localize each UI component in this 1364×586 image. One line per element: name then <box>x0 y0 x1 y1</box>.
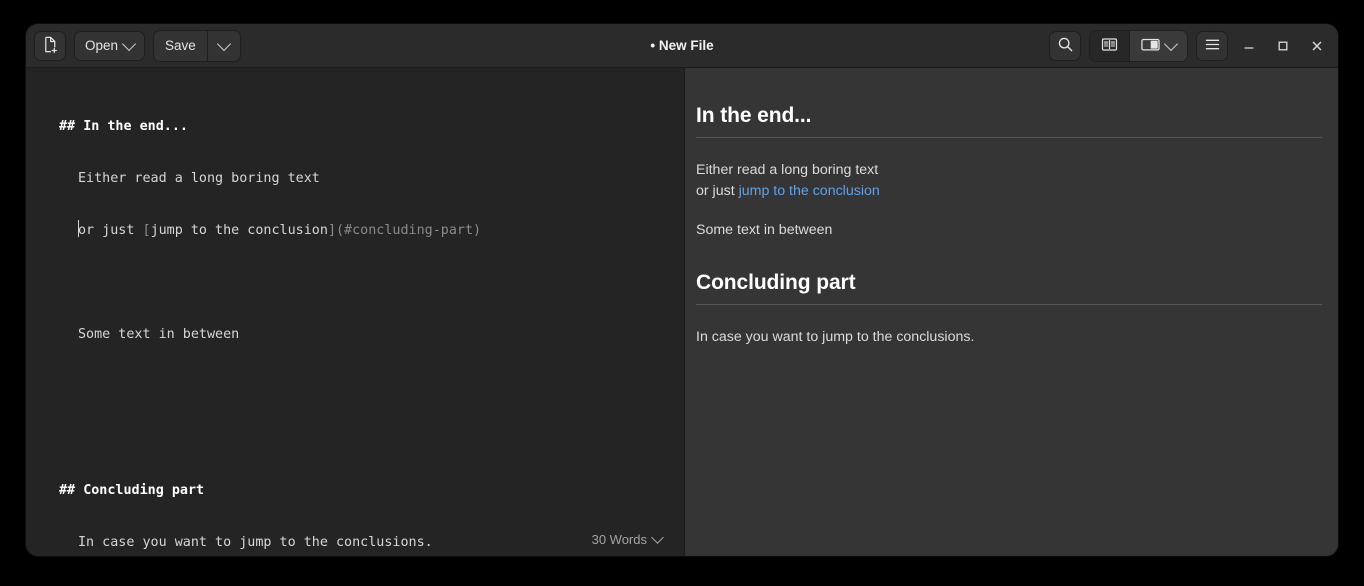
preview-paragraph-2: Some text in between <box>696 220 1322 241</box>
heading-text: Concluding part <box>83 483 204 498</box>
header-right-controls <box>1049 30 1330 62</box>
search-icon <box>1057 36 1074 56</box>
close-icon <box>1310 39 1324 53</box>
save-button[interactable]: Save <box>154 31 207 61</box>
preview-link[interactable]: jump to the conclusion <box>739 183 880 199</box>
minimize-icon <box>1242 39 1256 53</box>
link-text: jump to the conclusion <box>151 223 328 238</box>
preview-paragraph-1-prefix: or just <box>696 183 739 199</box>
header-left-controls: Open Save <box>34 30 241 62</box>
heading-rule <box>696 137 1322 138</box>
hamburger-menu-icon <box>1204 36 1221 56</box>
heading-marker: ## <box>59 483 83 498</box>
minimize-button[interactable] <box>1236 33 1262 59</box>
link-url: (#concluding-part) <box>336 223 481 238</box>
maximize-icon <box>1276 39 1290 53</box>
split-view-icon <box>1141 37 1160 55</box>
new-file-button[interactable] <box>34 31 66 61</box>
rendered-markdown: In the end... Either read a long boring … <box>685 68 1338 348</box>
markdown-source-text[interactable]: ## In the end... Either read a long bori… <box>59 88 674 556</box>
paragraph-text: Some text in between <box>78 327 239 342</box>
editor-line-blank <box>59 374 674 400</box>
content-panes: ## In the end... Either read a long bori… <box>26 68 1338 556</box>
word-count-button[interactable]: 30 Words <box>592 532 662 547</box>
editor-pane[interactable]: ## In the end... Either read a long bori… <box>26 68 685 556</box>
word-count-label: 30 Words <box>592 532 647 547</box>
heading-rule <box>696 304 1322 305</box>
app-window: Open Save • New File <box>26 24 1338 556</box>
editor-line: ## Concluding part <box>59 478 674 504</box>
open-button[interactable]: Open <box>74 31 145 61</box>
main-menu-button[interactable] <box>1196 31 1228 61</box>
paragraph-text: Either read a long boring text <box>78 171 320 186</box>
chevron-down-icon <box>122 36 136 50</box>
heading-text: In the end... <box>83 119 188 134</box>
new-document-icon <box>42 36 59 56</box>
bracket-open: [ <box>143 223 151 238</box>
editor-line: or just [jump to the conclusion](#conclu… <box>59 218 674 244</box>
preview-mode-button[interactable] <box>1090 31 1129 61</box>
save-dropdown-button[interactable] <box>207 31 240 61</box>
link-prefix: or just <box>78 223 143 238</box>
editor-line-blank <box>59 270 674 296</box>
open-button-label: Open <box>85 38 118 53</box>
preview-heading-2: Concluding part <box>696 271 1322 295</box>
editor-line: Either read a long boring text <box>59 166 674 192</box>
editor-line: Some text in between <box>59 322 674 348</box>
close-button[interactable] <box>1304 33 1330 59</box>
preview-paragraph-1-line-1: Either read a long boring text <box>696 162 878 178</box>
status-bar: 30 Words <box>592 522 684 556</box>
chevron-down-icon <box>651 531 664 544</box>
heading-marker: ## <box>59 119 83 134</box>
view-mode-group <box>1089 30 1188 62</box>
maximize-button[interactable] <box>1270 33 1296 59</box>
chevron-down-icon <box>217 36 231 50</box>
preview-paragraph-1: Either read a long boring text or just j… <box>696 160 1322 202</box>
preview-paragraph-3: In case you want to jump to the conclusi… <box>696 327 1322 348</box>
bracket-close: ] <box>328 223 336 238</box>
preview-heading-1: In the end... <box>696 104 1322 128</box>
split-view-button[interactable] <box>1129 31 1187 61</box>
preview-pane[interactable]: In the end... Either read a long boring … <box>685 68 1338 556</box>
book-preview-icon <box>1101 36 1118 56</box>
save-button-label: Save <box>165 38 196 53</box>
save-button-group: Save <box>153 30 241 62</box>
editor-line-blank <box>59 426 674 452</box>
header-bar: Open Save • New File <box>26 24 1338 68</box>
editor-line: In case you want to jump to the conclusi… <box>59 530 674 556</box>
search-button[interactable] <box>1049 31 1081 61</box>
paragraph-text: In case you want to jump to the conclusi… <box>78 535 433 550</box>
chevron-down-icon <box>1164 36 1178 50</box>
editor-line: ## In the end... <box>59 114 674 140</box>
